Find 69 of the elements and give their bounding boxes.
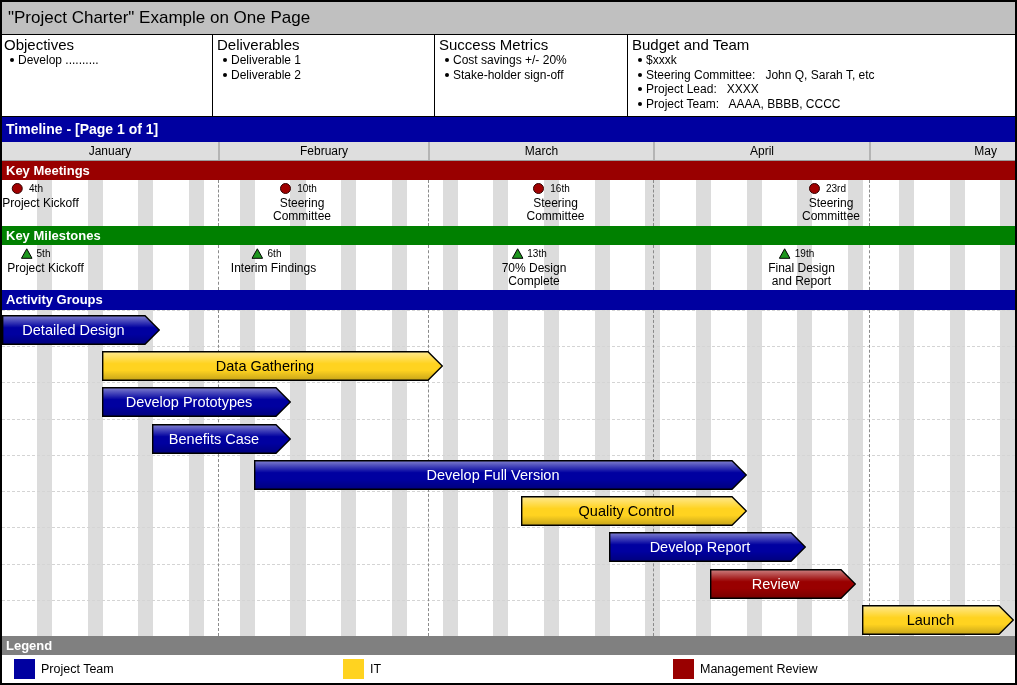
bullet-icon <box>445 72 449 77</box>
activity-bar: Develop Prototypes <box>102 387 291 418</box>
dot-icon <box>12 183 24 194</box>
bullet-icon <box>638 101 642 106</box>
date-label: 19th <box>794 248 815 259</box>
bullet-text: Project Team: AAAA, BBBB, CCCC <box>646 96 841 111</box>
milestone-label: Project Kickoff <box>7 262 84 275</box>
dot-icon <box>533 183 545 194</box>
month-header: January <box>2 142 218 160</box>
activity-bar: Launch <box>862 604 1014 635</box>
bullet-icon <box>223 58 227 63</box>
bullet-text: Stake-holder sign-off <box>453 67 564 82</box>
month-header: February <box>218 142 428 160</box>
dot-icon <box>809 183 820 194</box>
event-label: Steering Committee <box>526 197 585 222</box>
milestone-label: Final Design and Report <box>768 262 835 287</box>
legend-label: IT <box>370 662 382 676</box>
section-heading: Deliverables <box>217 36 301 53</box>
bullet-text: $xxxk <box>646 53 677 68</box>
bullet-text: Cost savings +/- 20% <box>453 53 567 68</box>
activity-bar: Review <box>710 568 856 599</box>
bullet-icon <box>223 72 227 77</box>
date-label: 6th <box>267 248 282 259</box>
bullet-icon <box>638 58 642 63</box>
date-label: 23rd <box>826 183 846 194</box>
activity-bar: Develop Full Version <box>254 459 747 490</box>
date-label: 16th <box>550 183 570 194</box>
date-label: 5th <box>36 248 51 259</box>
triangle-icon <box>511 248 524 259</box>
section-header: Key Meetings <box>2 161 1015 180</box>
activity-bar: Detailed Design <box>2 315 160 345</box>
bullet-text: Deliverable 2 <box>231 67 302 82</box>
bullet-icon <box>10 58 14 63</box>
activity-bar: Quality Control <box>521 496 747 527</box>
event-label: Project Kickoff <box>2 197 79 210</box>
section-header: Timeline - [Page 1 of 1] <box>2 117 1015 142</box>
milestone-label: Interim Findings <box>230 262 317 275</box>
activity-bar: Data Gathering <box>102 351 443 382</box>
month-header: April <box>653 142 869 160</box>
section-heading: Objectives <box>4 36 76 53</box>
bullet-text: Deliverable 1 <box>231 53 302 68</box>
date-label: 4th <box>29 183 43 194</box>
legend-label: Management Review <box>700 662 818 676</box>
section-header: Activity Groups <box>2 290 1015 310</box>
date-label: 10th <box>297 183 317 194</box>
section-heading: Budget and Team <box>632 36 751 53</box>
triangle-icon <box>251 248 264 259</box>
date-label: 13th <box>527 248 547 259</box>
event-label: Steering Committee <box>802 197 860 222</box>
dot-icon <box>280 183 292 194</box>
legend-label: Project Team <box>41 662 114 676</box>
activity-bar: Benefits Case <box>152 423 291 454</box>
month-header: May <box>869 142 1015 160</box>
activity-bar: Develop Report <box>609 532 806 563</box>
bullet-icon <box>445 58 449 63</box>
section-heading: Success Metrics <box>439 36 550 53</box>
bullet-text: Develop .......... <box>18 53 99 68</box>
month-header: March <box>428 142 653 160</box>
page-title: "Project Charter" Example on One Page <box>2 2 1015 35</box>
event-label: Steering Committee <box>273 197 331 222</box>
bullet-icon <box>638 87 642 92</box>
section-header: Legend <box>2 636 1015 655</box>
bullet-text: Project Lead: XXXX <box>646 82 759 97</box>
triangle-icon <box>20 248 33 259</box>
triangle-icon <box>778 248 791 259</box>
bullet-icon <box>638 72 642 77</box>
milestone-label: 70% Design Complete <box>501 262 567 287</box>
section-header: Key Milestones <box>2 226 1015 245</box>
bullet-text: Steering Committee: John Q, Sarah T, etc <box>646 67 875 82</box>
